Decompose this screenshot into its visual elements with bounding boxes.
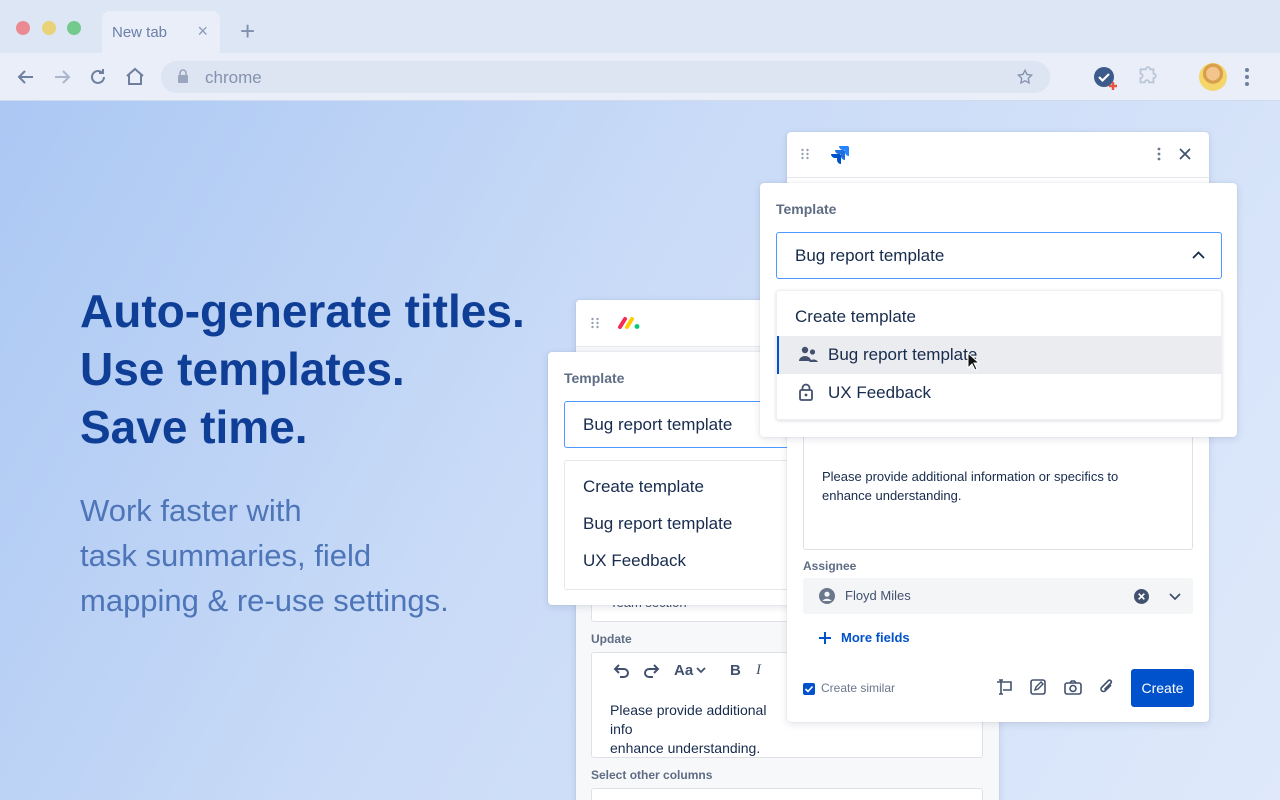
tab-close-icon[interactable]: × <box>197 21 208 42</box>
bookmark-star-icon[interactable] <box>1016 68 1034 86</box>
forward-icon[interactable] <box>50 65 74 89</box>
option-bug-report-template[interactable]: Bug report template <box>777 336 1221 374</box>
close-icon[interactable] <box>1177 146 1193 162</box>
more-options-icon[interactable] <box>1157 147 1161 161</box>
other-columns-field[interactable] <box>591 788 983 800</box>
create-button[interactable]: Create <box>1131 669 1194 707</box>
redo-icon[interactable] <box>643 663 661 679</box>
browser-toolbar: chrome <box>0 53 1280 101</box>
chevron-down-icon[interactable] <box>696 667 706 674</box>
address-text: chrome <box>205 68 262 87</box>
option-ux-feedback-label: UX Feedback <box>828 383 931 402</box>
checkbox-checked-icon[interactable] <box>803 683 815 695</box>
puzzle-extension-icon[interactable] <box>1134 65 1160 91</box>
new-tab-button[interactable]: + <box>240 18 255 44</box>
reload-icon[interactable] <box>86 65 110 89</box>
subtitle: Work faster with task summaries, field m… <box>80 488 540 623</box>
home-icon[interactable] <box>123 65 147 89</box>
jira-logo-icon <box>831 146 849 164</box>
create-similar-checkbox[interactable]: Create similar <box>803 681 895 700</box>
undo-icon[interactable] <box>612 663 630 679</box>
monday-editor-text: Please provide additional info enhance u… <box>610 701 790 758</box>
clear-icon[interactable] <box>1134 589 1149 604</box>
headline-line-2: Use templates. <box>80 343 405 395</box>
lock-icon <box>178 69 188 83</box>
create-similar-label: Create similar <box>821 681 896 695</box>
attachment-icon[interactable] <box>1098 678 1116 696</box>
template-select-value: Bug report template <box>583 415 733 434</box>
back-icon[interactable] <box>14 65 38 89</box>
profile-avatar[interactable] <box>1199 63 1227 91</box>
jira-template-dropdown: Template Bug report template Create temp… <box>760 183 1237 437</box>
subtitle-line-1: Work faster with <box>80 493 302 528</box>
select-other-columns-label: Select other columns <box>591 768 713 782</box>
bold-icon[interactable]: B <box>730 662 741 679</box>
chevron-down-icon[interactable] <box>1169 593 1181 601</box>
tab-strip: New tab × + <box>0 0 1280 53</box>
minimize-window-button[interactable] <box>42 21 56 35</box>
address-bar[interactable]: chrome <box>161 61 1050 93</box>
subtitle-line-3: mapping & re-use settings. <box>80 583 449 618</box>
people-icon <box>799 346 818 362</box>
plus-icon[interactable] <box>819 632 831 644</box>
monday-editor-line-1: Please provide additional info <box>610 702 767 737</box>
assignee-name: Floyd Miles <box>845 588 911 603</box>
jira-description-editor[interactable]: Please provide additional information or… <box>803 418 1193 550</box>
option-create-template[interactable]: Create template <box>583 477 704 497</box>
summarize-icon[interactable] <box>994 678 1014 696</box>
drag-handle-icon[interactable] <box>800 148 810 160</box>
extension-check-icon[interactable] <box>1092 65 1120 93</box>
template-label: Template <box>564 370 625 386</box>
font-size-control[interactable]: Aa <box>674 662 693 679</box>
camera-icon[interactable] <box>1063 678 1083 696</box>
assignee-label: Assignee <box>803 559 857 573</box>
browser-menu-icon[interactable] <box>1244 65 1250 89</box>
option-bug-report-template[interactable]: Bug report template <box>583 514 732 534</box>
option-bug-report-label: Bug report template <box>828 345 978 364</box>
jira-editor-text: Please provide additional information or… <box>822 469 1119 503</box>
template-label: Template <box>776 201 837 217</box>
monday-logo-icon <box>618 317 640 329</box>
chevron-up-icon[interactable] <box>1192 251 1205 259</box>
subtitle-line-2: task summaries, field <box>80 538 372 573</box>
maximize-window-button[interactable] <box>67 21 81 35</box>
drag-handle-icon[interactable] <box>590 317 600 329</box>
template-select-value: Bug report template <box>795 246 945 265</box>
monday-editor-line-2: enhance understanding. <box>610 740 761 756</box>
option-create-template[interactable]: Create template <box>795 307 916 327</box>
jira-panel-header <box>787 132 1209 178</box>
template-options-list: Create template Bug report template UX F… <box>564 460 804 590</box>
mouse-cursor-icon <box>967 352 981 371</box>
headline-line-1: Auto-generate titles. <box>80 285 525 337</box>
close-window-button[interactable] <box>16 21 30 35</box>
template-options-list: Create template Bug report template UX F… <box>776 290 1222 420</box>
assignee-field[interactable]: Floyd Miles <box>803 578 1193 614</box>
user-icon <box>819 588 835 604</box>
more-fields-button[interactable]: More fields <box>841 630 910 645</box>
headline-line-3: Save time. <box>80 401 308 453</box>
italic-icon[interactable]: I <box>756 662 761 679</box>
headline: Auto-generate titles. Use templates. Sav… <box>80 282 560 456</box>
option-ux-feedback[interactable]: UX Feedback <box>777 383 1221 413</box>
browser-tab[interactable]: New tab × <box>102 11 220 53</box>
option-ux-feedback[interactable]: UX Feedback <box>583 551 686 571</box>
update-label: Update <box>591 632 632 646</box>
tab-title: New tab <box>112 24 168 41</box>
template-select[interactable]: Bug report template <box>776 232 1222 279</box>
lock-icon <box>799 383 813 401</box>
edit-icon[interactable] <box>1029 678 1047 696</box>
